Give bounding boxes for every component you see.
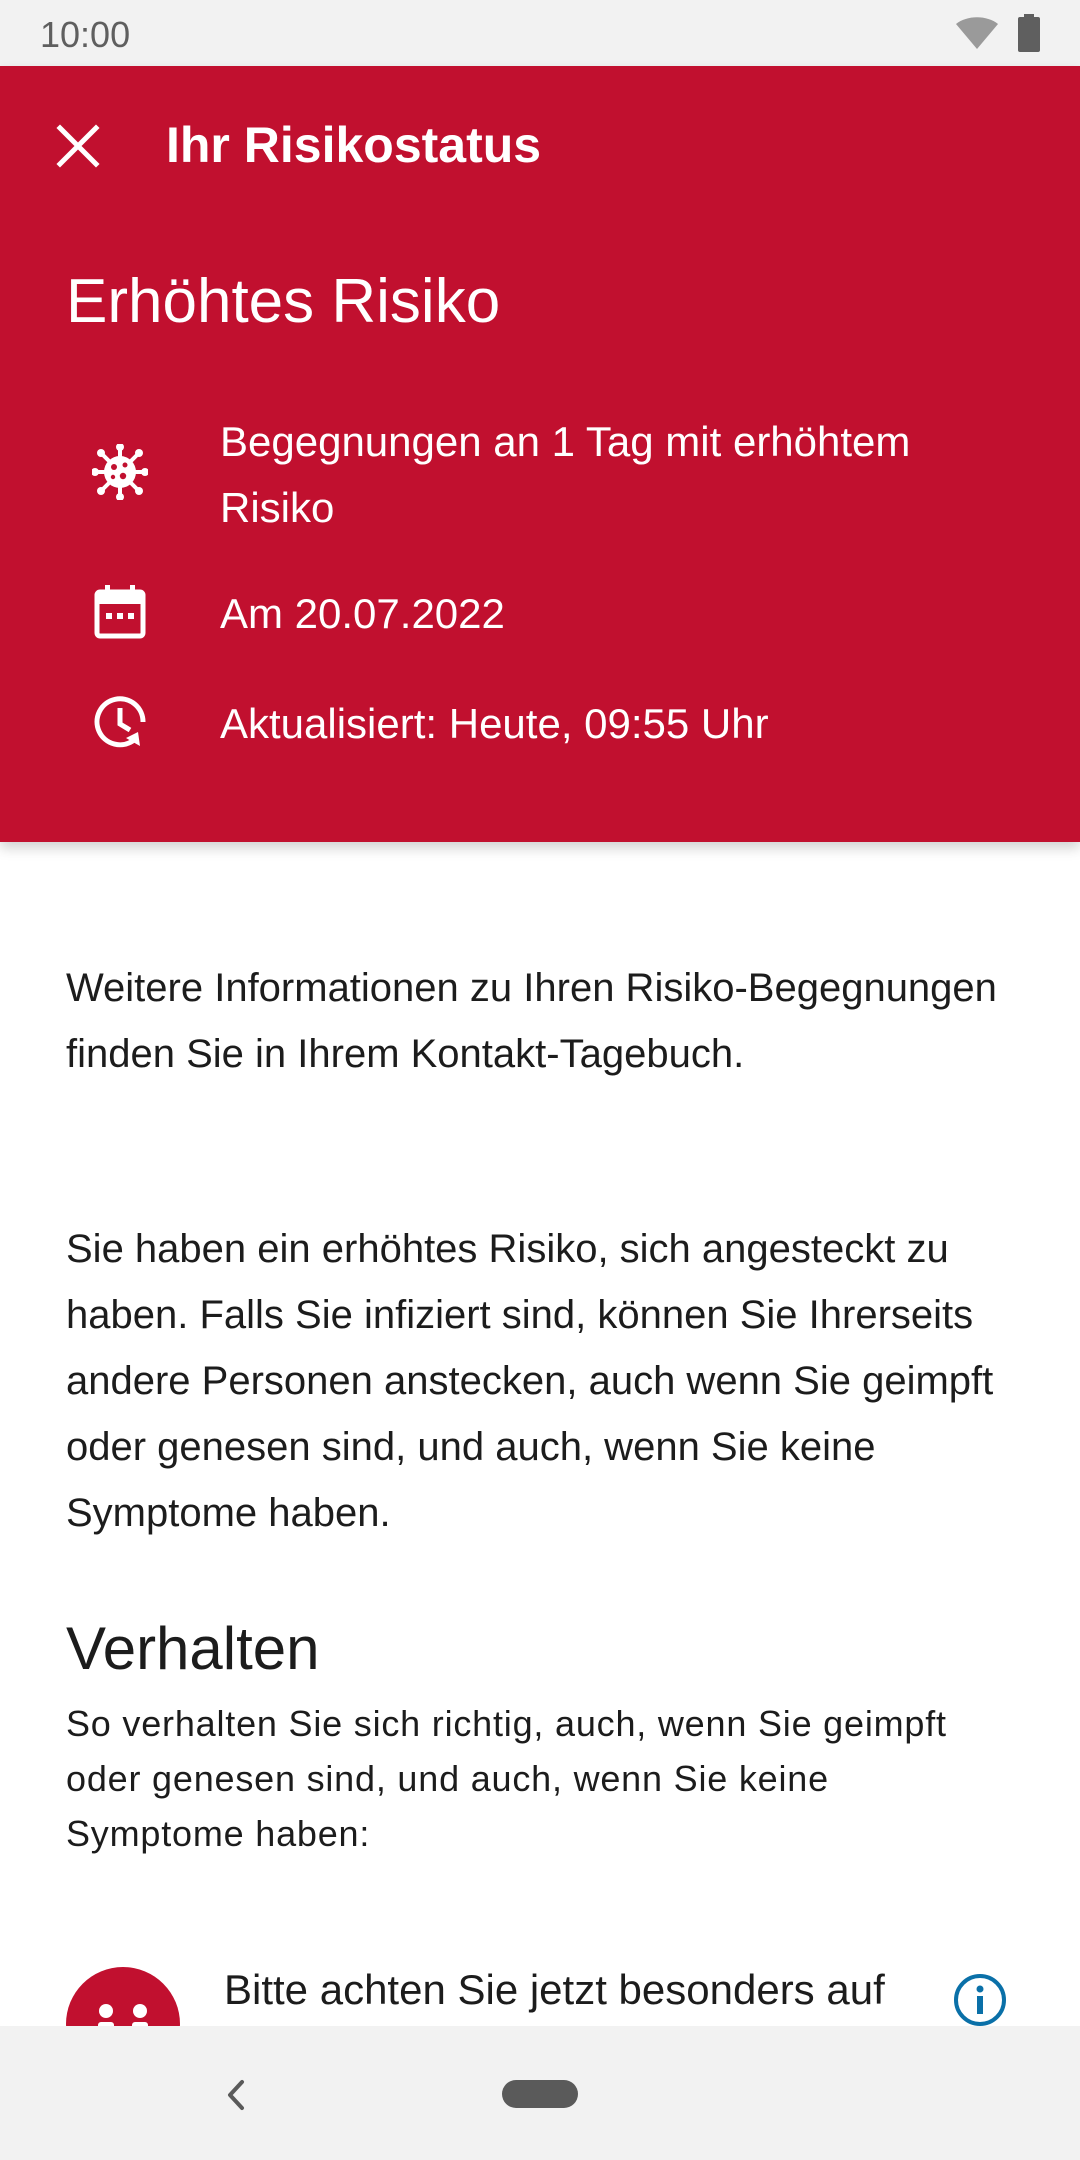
- history-clock-icon: [94, 696, 146, 748]
- date-text: Am 20.07.2022: [220, 590, 505, 637]
- page-title: Ihr Risikostatus: [166, 117, 542, 173]
- risk-level-title: Erhöhtes Risiko: [66, 267, 501, 336]
- close-icon[interactable]: [54, 122, 102, 170]
- back-icon[interactable]: [222, 2076, 250, 2114]
- status-bar: 10:00: [0, 0, 1080, 66]
- info-icon[interactable]: [952, 1972, 1008, 2028]
- status-time: 10:00: [40, 14, 131, 55]
- section-title: Verhalten: [66, 1615, 320, 1682]
- battery-icon: [1018, 14, 1040, 52]
- risk-paragraph: Sie haben ein erhöhtes Risiko, sich ange…: [66, 1227, 994, 1535]
- bullet-text: Bitte achten Sie jetzt besonders auf: [224, 1966, 885, 2013]
- virus-icon: [92, 444, 148, 500]
- wifi-icon: [956, 17, 998, 49]
- section-subtitle: So verhalten Sie sich richtig, auch, wen…: [66, 1703, 947, 1854]
- home-button[interactable]: [502, 2080, 578, 2108]
- calendar-icon: [94, 585, 146, 639]
- info-paragraph: Weitere Informationen zu Ihren Risiko-Be…: [66, 966, 997, 1076]
- updated-text: Aktualisiert: Heute, 09:55 Uhr: [220, 700, 769, 747]
- encounters-text: Begegnungen an 1 Tag mit erhöhtem Risiko: [220, 418, 911, 531]
